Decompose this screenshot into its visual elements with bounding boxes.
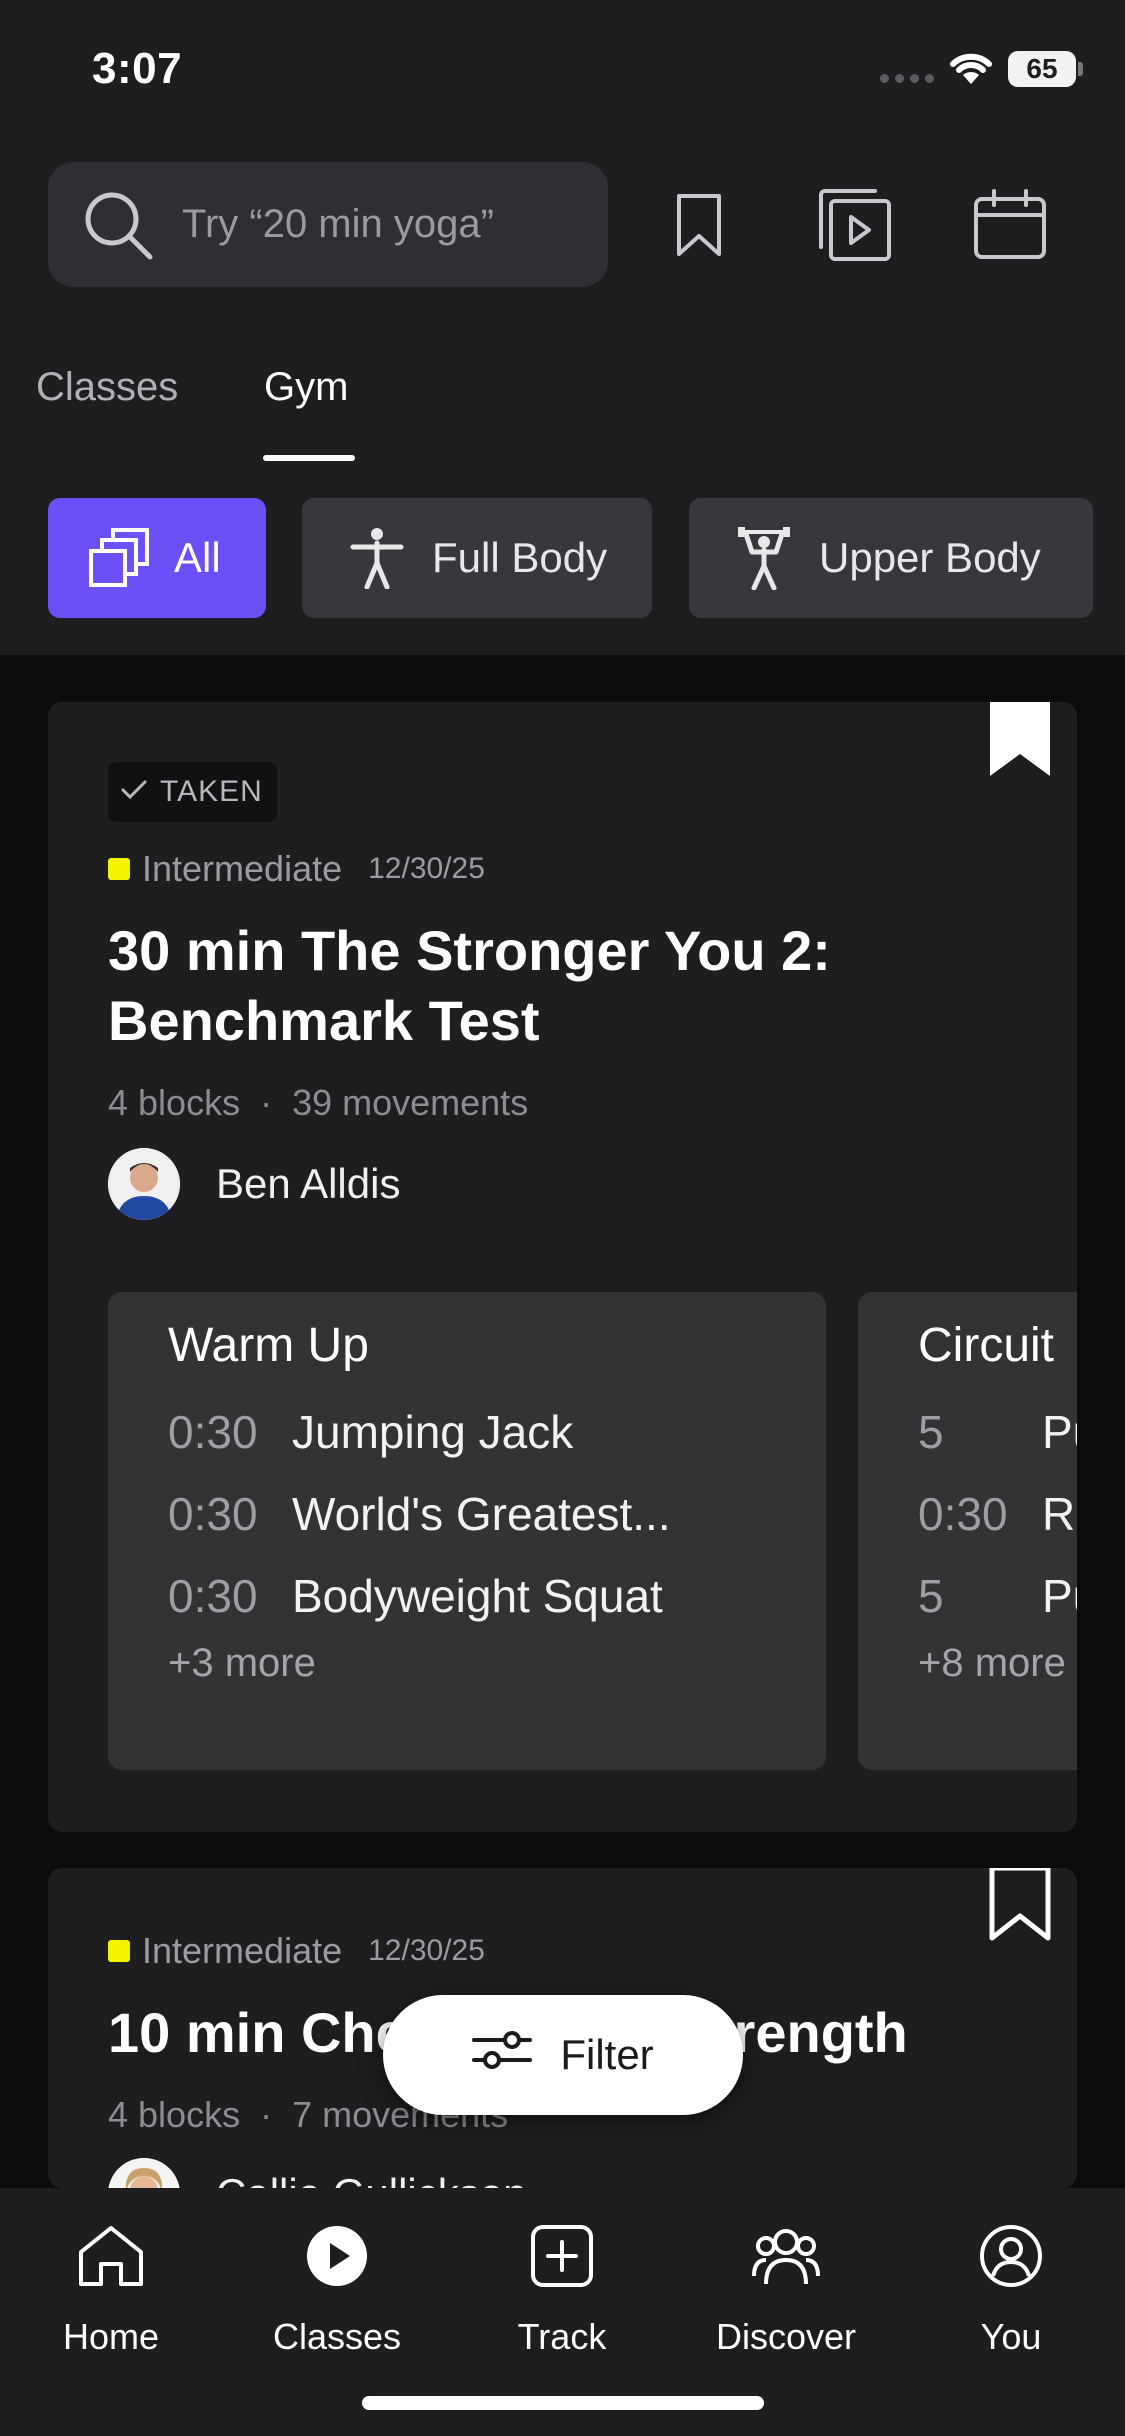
- people-icon: [746, 2216, 826, 2296]
- check-icon: [120, 775, 148, 809]
- separator: ·: [260, 2094, 273, 2135]
- class-meta: Intermediate 12/30/25: [108, 1930, 485, 1972]
- movement-time: 5: [918, 1570, 944, 1622]
- video-library-icon[interactable]: [810, 180, 900, 270]
- upper-body-icon: [729, 523, 799, 593]
- bookmark-filled-icon[interactable]: [988, 702, 1052, 781]
- block-card[interactable]: Warm Up 0:30 Jumping Jack 0:30 World's Gre…: [108, 1292, 826, 1770]
- nav-label: You: [980, 2316, 1042, 2357]
- nav-label: Classes: [272, 2316, 402, 2357]
- movement-name: World's Greatest...: [292, 1488, 671, 1540]
- chip-label: Full Body: [432, 534, 608, 581]
- class-date: 12/30/25: [368, 1934, 485, 1967]
- nav-label: Home: [62, 2316, 160, 2357]
- movement-name: Pu: [1042, 1406, 1077, 1458]
- movement-row: 5 Pu: [918, 1391, 1077, 1473]
- profile-icon: [971, 2216, 1051, 2296]
- movement-row: 0:30 Bodyweight Squat: [168, 1555, 826, 1637]
- tab-classes[interactable]: Classes: [36, 365, 178, 410]
- chip-label: Upper Body: [819, 534, 1041, 581]
- block-title: Circuit: [918, 1319, 1055, 1372]
- movement-name: Jumping Jack: [292, 1406, 574, 1458]
- tab-active-indicator: [263, 455, 355, 461]
- block-card[interactable]: Circuit 5 Pu 0:30 Re 5 Pu +8 more: [858, 1292, 1077, 1770]
- movement-row: 0:30 Jumping Jack: [168, 1391, 826, 1473]
- instructor-name: Ben Alldis: [216, 1160, 401, 1207]
- nav-you[interactable]: You: [911, 2216, 1111, 2358]
- home-indicator: [362, 2396, 764, 2410]
- chip-all[interactable]: All: [48, 498, 266, 618]
- calendar-icon[interactable]: [965, 180, 1055, 270]
- movement-row: 5 Pu: [918, 1555, 1077, 1637]
- instructor-name: Callie Gullickson: [216, 2170, 526, 2188]
- nav-classes[interactable]: Classes: [237, 2216, 437, 2358]
- avatar: [108, 2158, 180, 2188]
- movement-row: 0:30 Re: [918, 1473, 1077, 1555]
- chip-full-body[interactable]: Full Body: [302, 498, 652, 618]
- instructor[interactable]: Callie Gullickson: [108, 2158, 526, 2188]
- search-icon: [78, 185, 158, 265]
- wifi-icon: [948, 50, 994, 91]
- movement-row: 0:30 World's Greatest...: [168, 1473, 826, 1555]
- more-movements: +8 more: [918, 1641, 1066, 1685]
- plus-square-icon: [522, 2216, 602, 2296]
- level-label: Intermediate: [142, 848, 343, 889]
- level-label: Intermediate: [142, 1930, 343, 1971]
- nav-home[interactable]: Home: [11, 2216, 211, 2358]
- battery-icon: 65: [1008, 51, 1076, 87]
- full-body-icon: [342, 523, 412, 593]
- movement-time: 0:30: [918, 1488, 1008, 1540]
- movement-time: 0:30: [168, 1406, 258, 1458]
- chip-upper-body[interactable]: Upper Body: [689, 498, 1093, 618]
- movements-count: 39 movements: [292, 1082, 529, 1123]
- instructor[interactable]: Ben Alldis: [108, 1148, 400, 1220]
- level-indicator: [108, 858, 130, 880]
- movement-name: Re: [1042, 1488, 1077, 1540]
- avatar: [108, 1148, 180, 1220]
- filter-button[interactable]: Filter: [383, 1995, 743, 2115]
- class-title: 30 min The Stronger You 2: Benchmark Tes…: [108, 919, 831, 1052]
- tab-gym[interactable]: Gym: [264, 365, 348, 410]
- class-counts: 4 blocks · 39 movements: [108, 1082, 528, 1124]
- bookmark-icon[interactable]: [654, 180, 744, 270]
- nav-label: Track: [517, 2316, 607, 2357]
- movement-name: Pu: [1042, 1570, 1077, 1622]
- class-date: 12/30/25: [368, 852, 485, 885]
- level-indicator: [108, 1940, 130, 1962]
- class-meta: Intermediate 12/30/25: [108, 848, 485, 890]
- taken-badge: TAKEN: [108, 762, 277, 822]
- battery-tip: [1078, 62, 1083, 76]
- movement-name: Bodyweight Squat: [292, 1570, 663, 1622]
- nav-label: Discover: [715, 2316, 857, 2357]
- chip-label: All: [174, 534, 221, 581]
- nav-track[interactable]: Track: [462, 2216, 662, 2358]
- search-placeholder: Try “20 min yoga”: [182, 202, 494, 246]
- blocks-count: 4 blocks: [108, 2094, 241, 2135]
- sliders-icon: [472, 2030, 533, 2080]
- block-title: Warm Up: [168, 1319, 369, 1372]
- search-input[interactable]: Try “20 min yoga”: [48, 162, 608, 287]
- class-card[interactable]: TAKEN Intermediate 12/30/25 30 min The S…: [48, 702, 1077, 1832]
- movement-time: 0:30: [168, 1570, 258, 1622]
- blocks-count: 4 blocks: [108, 1082, 241, 1123]
- movement-time: 5: [918, 1406, 944, 1458]
- play-circle-icon: [297, 2216, 377, 2296]
- cellular-signal-icon: [880, 74, 934, 83]
- separator: ·: [260, 1082, 273, 1123]
- status-time: 3:07: [92, 44, 183, 93]
- movement-time: 0:30: [168, 1488, 258, 1540]
- home-icon: [71, 2216, 151, 2296]
- taken-label: TAKEN: [160, 775, 263, 808]
- filter-label: Filter: [560, 2031, 654, 2078]
- more-movements: +3 more: [168, 1641, 316, 1685]
- bookmark-icon[interactable]: [988, 1868, 1052, 1947]
- stack-icon: [84, 523, 154, 593]
- nav-discover[interactable]: Discover: [686, 2216, 886, 2358]
